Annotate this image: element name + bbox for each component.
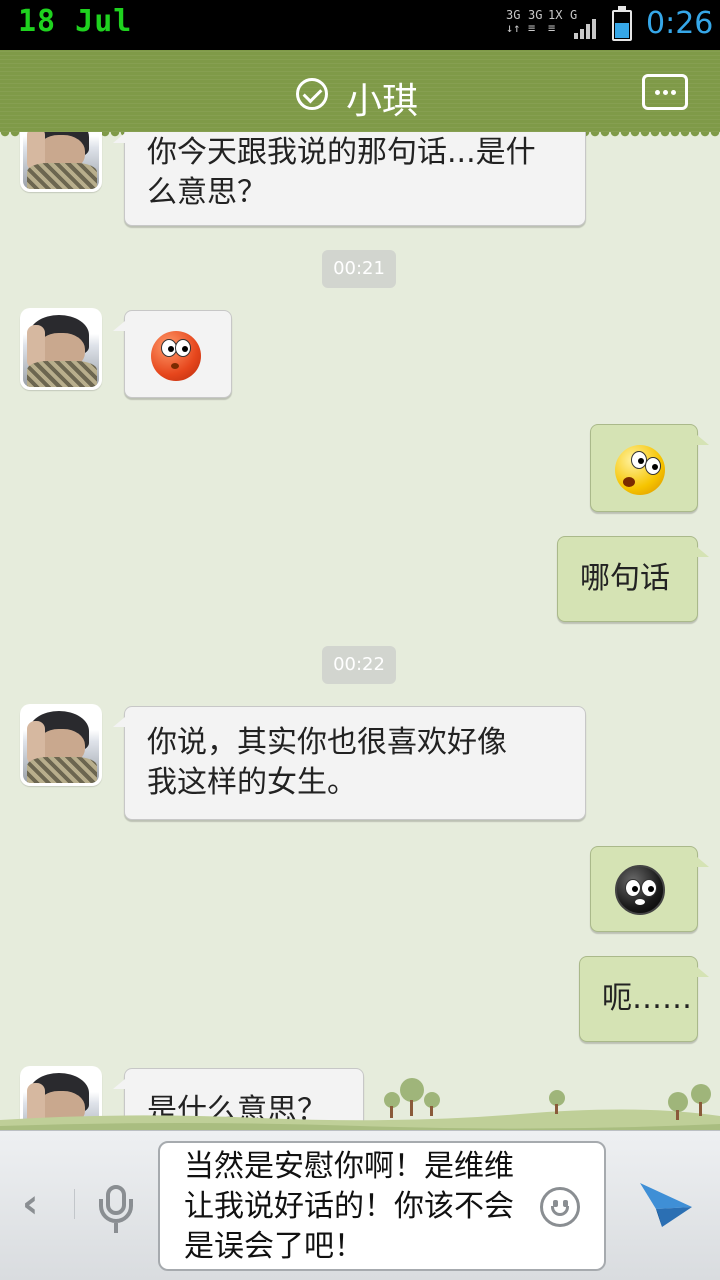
- message-bubble-incoming[interactable]: 你说，其实你也很喜欢好像 我这样的女生。: [113, 706, 586, 820]
- message-input-bar: ‹ 当然是安慰你啊！是维维让我说好话的！你该不会是误会了吧！: [0, 1130, 720, 1280]
- confused-emoji-icon: [615, 445, 665, 495]
- network-3g-icon: 3G ≡: [528, 8, 543, 35]
- battery-icon: [612, 6, 632, 41]
- separator: [74, 1189, 75, 1219]
- chevron-left-icon[interactable]: ‹: [22, 1181, 38, 1227]
- status-date: 18 Jul: [18, 4, 133, 39]
- message-text: 哪句话: [580, 561, 670, 596]
- chat-title-bar: 小琪: [0, 50, 720, 138]
- microphone-icon[interactable]: [96, 1185, 136, 1233]
- send-plane-icon[interactable]: [636, 1177, 696, 1233]
- blush-emoji-icon: [151, 331, 201, 381]
- message-bubble-incoming[interactable]: [113, 310, 232, 398]
- network-3g-icon: 3G ↓↑: [506, 8, 521, 35]
- chat-message-list[interactable]: 你今天跟我说的那句话...是什 么意思？ 00:21 哪句话 00:22 你说，…: [0, 132, 720, 1130]
- status-bar: 18 Jul 3G ↓↑ 3G ≡ 1X ≡ G 0:26: [0, 0, 720, 50]
- message-timestamp: 00:21: [322, 250, 396, 288]
- message-bubble-outgoing[interactable]: [590, 846, 709, 932]
- message-bubble-outgoing[interactable]: [590, 424, 709, 512]
- message-text: 你今天跟我说的那句话...是什 么意思？: [147, 135, 536, 210]
- check-circle-icon: [296, 78, 328, 110]
- message-text: 呃……: [602, 981, 692, 1016]
- signal-bars-icon: [574, 17, 600, 39]
- contact-avatar[interactable]: [20, 704, 102, 786]
- more-dots-icon[interactable]: [642, 74, 688, 110]
- landscape-decoration: [0, 1078, 720, 1132]
- contact-name[interactable]: 小琪: [346, 72, 418, 124]
- message-bubble-outgoing[interactable]: 呃……: [579, 956, 709, 1042]
- message-bubble-incoming[interactable]: 你今天跟我说的那句话...是什 么意思？: [113, 132, 586, 226]
- message-input-field[interactable]: 当然是安慰你啊！是维维让我说好话的！你该不会是误会了吧！: [158, 1141, 606, 1271]
- message-draft-text[interactable]: 当然是安慰你啊！是维维让我说好话的！你该不会是误会了吧！: [184, 1147, 524, 1267]
- sweat-emoji-icon: [615, 865, 665, 915]
- status-time: 0:26: [646, 6, 714, 41]
- smiley-icon[interactable]: [540, 1187, 580, 1227]
- contact-avatar[interactable]: [20, 308, 102, 390]
- network-1x-icon: 1X ≡: [548, 8, 563, 35]
- message-timestamp: 00:22: [322, 646, 396, 684]
- contact-avatar[interactable]: [20, 132, 102, 192]
- message-text: 你说，其实你也很喜欢好像 我这样的女生。: [147, 725, 507, 800]
- message-bubble-outgoing[interactable]: 哪句话: [557, 536, 709, 622]
